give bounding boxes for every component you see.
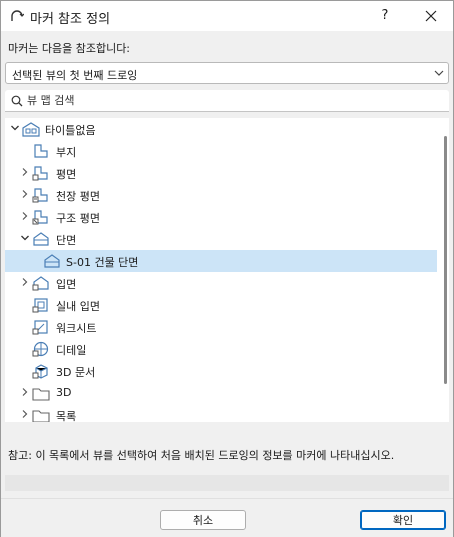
search-icon [11,95,23,107]
floor-plan-icon [32,166,48,181]
tree-item-label: 단면 [56,234,77,247]
tree-item[interactable]: 입면 [5,272,437,294]
tree-item[interactable]: 3D 문서 [5,360,437,382]
search-input[interactable] [27,93,427,108]
tree-item-label: 입면 [56,278,77,291]
tree-item-label: 실내 입면 [56,300,100,313]
folder-icon [32,388,50,401]
reference-type-dropdown[interactable]: 선택된 뷰의 첫 번째 드로잉 [5,62,449,84]
hint-text: 참고: 이 목록에서 뷰를 선택하여 처음 배치된 드로잉의 정보를 마커에 나… [8,449,395,462]
horizontal-scrollbar[interactable] [5,475,449,491]
tree-item[interactable]: 천장 평면 [5,184,437,206]
3d-document-icon [32,364,48,379]
button-bar: 취소 확인 [1,498,453,537]
section-view-icon [44,254,60,268]
tree-item[interactable]: 부지 [5,140,437,162]
tree-item[interactable]: 단면 [5,228,437,250]
tree-item-label: 구조 평면 [56,212,100,225]
close-icon[interactable] [419,4,443,28]
tree-item[interactable]: S-01 건물 단면 [5,250,437,272]
project-icon [22,122,40,137]
chevron-right-icon[interactable] [20,409,30,419]
structural-plan-icon [32,210,48,225]
tree-item-label: S-01 건물 단면 [66,256,139,269]
tree-item[interactable]: 구조 평면 [5,206,437,228]
detail-icon [32,341,49,357]
tree-item-label: 부지 [56,146,77,159]
tree-item[interactable]: 타이틀없음 [5,118,437,140]
tree-item-label: 3D 문서 [56,366,96,379]
tree-item[interactable]: 워크시트 [5,316,437,338]
interior-elevation-icon [32,298,48,313]
chevron-down-icon[interactable] [10,123,20,133]
site-plan-icon [34,144,48,158]
tree-item-label: 천장 평면 [56,190,100,203]
dialog-title: 마커 참조 정의 [30,12,111,27]
cancel-button[interactable]: 취소 [160,510,246,530]
help-button[interactable]: ? [373,4,397,28]
scrollbar-thumb[interactable] [444,136,447,384]
ok-button[interactable]: 확인 [360,510,446,530]
chevron-right-icon[interactable] [20,189,30,199]
chevron-right-icon[interactable] [20,277,30,287]
tree-item[interactable]: 디테일 [5,338,437,360]
elevation-icon [32,276,49,291]
title-bar[interactable]: 마커 참조 정의 ? [1,1,453,31]
tree-item[interactable]: 평면 [5,162,437,184]
chevron-right-icon[interactable] [20,167,30,177]
chevron-right-icon[interactable] [20,211,30,221]
reference-label: 마커는 다음을 참조합니다: [8,42,131,55]
tree-item[interactable]: 실내 입면 [5,294,437,316]
tree-item-label: 평면 [56,168,77,181]
tree-item-label: 목록 [56,410,77,422]
chevron-right-icon[interactable] [20,387,30,397]
tree-item-label: 3D [56,386,72,399]
reference-type-value: 선택된 뷰의 첫 번째 드로잉 [12,69,138,82]
tree-item[interactable]: 목록 [5,404,437,422]
tree-item-label: 타이틀없음 [45,124,96,137]
tree-vertical-scrollbar[interactable] [442,118,449,422]
view-map-tree[interactable]: 목록 3D 3D 문서 디테일 워크시트 실내 입면 입면 S-01 건물 단면 단면 구조 평면… [5,118,449,422]
marker-reference-dialog: 마커 참조 정의 ? 마커는 다음을 참조합니다: 선택된 뷰의 첫 번째 드로… [0,0,454,537]
worksheet-icon [32,320,48,335]
ceiling-plan-icon [32,188,48,203]
chevron-down-icon [434,70,444,76]
tree-item-label: 워크시트 [56,322,97,335]
view-map-search[interactable] [5,90,449,112]
tree-item[interactable]: 3D [5,382,437,404]
chevron-down-icon[interactable] [20,233,30,243]
tree-item-label: 디테일 [56,344,87,357]
section-icon [33,232,49,246]
marker-reference-icon [11,10,24,21]
folder-icon [32,410,50,422]
